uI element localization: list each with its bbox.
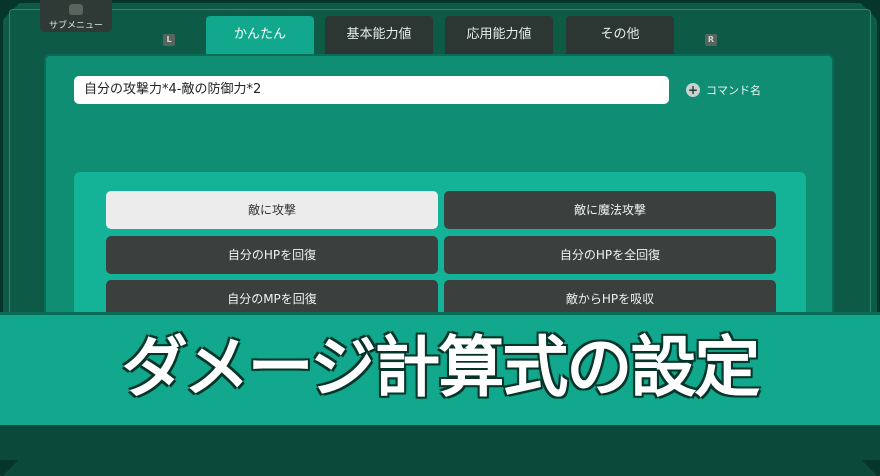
- bottom-strip: [0, 425, 880, 460]
- frame-corner-ornament: [859, 0, 880, 21]
- tab-basic-stats[interactable]: 基本能力値: [325, 16, 433, 54]
- formula-input[interactable]: [74, 76, 669, 104]
- plus-icon: +: [686, 83, 700, 97]
- preset-full-recover-hp-button[interactable]: 自分のHPを全回復: [444, 236, 776, 274]
- tab-other[interactable]: その他: [566, 16, 674, 54]
- preset-attack-enemy-button[interactable]: 敵に攻撃: [106, 191, 438, 229]
- shoulder-r-icon[interactable]: R: [705, 34, 717, 46]
- frame-corner-ornament: [0, 0, 21, 21]
- submenu-button[interactable]: サブメニュー: [40, 0, 112, 32]
- submenu-icon: [69, 4, 83, 15]
- shoulder-l-icon[interactable]: L: [163, 34, 175, 46]
- banner-title: ダメージ計算式の設定: [121, 328, 761, 406]
- preset-magic-attack-button[interactable]: 敵に魔法攻撃: [444, 191, 776, 229]
- tab-advanced-stats[interactable]: 応用能力値: [445, 16, 553, 54]
- preset-recover-hp-button[interactable]: 自分のHPを回復: [106, 236, 438, 274]
- command-name-button[interactable]: + コマンド名: [686, 82, 761, 98]
- submenu-label: サブメニュー: [48, 21, 103, 31]
- command-name-label: コマンド名: [706, 84, 761, 97]
